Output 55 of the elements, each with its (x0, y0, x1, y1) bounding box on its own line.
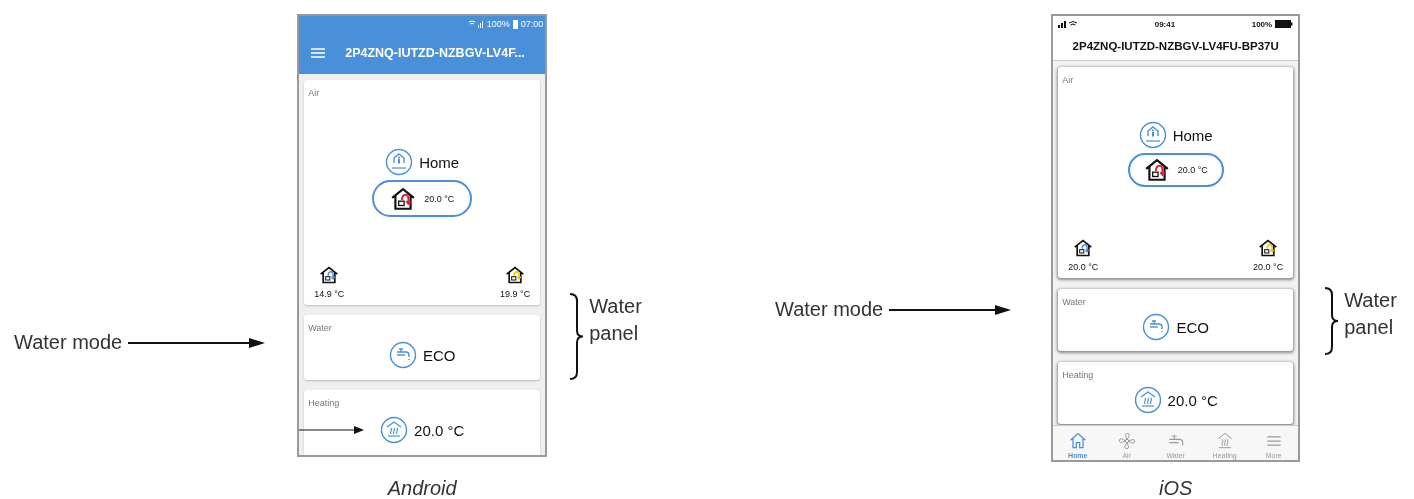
tap-icon (388, 341, 417, 369)
house-icon (390, 185, 417, 212)
temperature-text: 20.0 °C (1253, 262, 1284, 272)
battery-icon (512, 19, 518, 29)
temperature-text: 20.0 °C (1068, 262, 1099, 272)
heating-panel[interactable]: Heating 20.0 °C (1058, 362, 1294, 424)
value-text: 20.0 °C (1167, 391, 1218, 409)
signal-icon (467, 20, 484, 28)
temperature-text: 19.9 °C (500, 289, 531, 299)
heating-icon (1133, 386, 1162, 414)
panel-label: Heating (308, 398, 340, 408)
value-text: ECO (422, 346, 456, 364)
battery-icon (1275, 20, 1294, 28)
caption: Android (387, 477, 457, 499)
annotation-text: Water mode (14, 331, 123, 354)
house-icon (1143, 157, 1170, 183)
water-panel[interactable]: Water ECO (1058, 289, 1294, 351)
water-panel[interactable]: Water ECO (304, 315, 541, 380)
house-person-icon (385, 148, 414, 176)
fan-icon (1116, 431, 1137, 451)
panel-label: Water (308, 323, 332, 333)
house-icon (1067, 431, 1088, 451)
app-title: 2P4ZNQ-IUTZD-NZBGV-LV4FU-BP37U (1072, 40, 1279, 52)
air-panel[interactable]: Air Home 20.0 °C 20.0 °C 20.0 °C (1058, 67, 1294, 278)
time-text: 09:41 (1154, 19, 1176, 29)
mode-text: Home (419, 153, 460, 171)
panel-label: Water (1062, 297, 1086, 307)
battery-text: 100% (1251, 19, 1273, 29)
caption: iOS (1159, 477, 1193, 499)
house-icon (505, 265, 526, 285)
panel-label: Air (1062, 75, 1074, 85)
value-text: 20.0 °C (414, 421, 465, 439)
house-icon (319, 265, 340, 285)
bracket-drawing (1324, 287, 1340, 355)
side-label: Water panel (1344, 288, 1398, 340)
tap-icon (1142, 313, 1171, 341)
air-panel[interactable]: Air Home 20.0 °C 14.9 °C 19.9 °C (304, 80, 541, 305)
setpoint-pill[interactable]: 20.0 °C (372, 180, 473, 217)
time-text: 07:00 (520, 19, 544, 29)
battery-text: 100% (486, 19, 510, 29)
panel-label: Heating (1062, 370, 1094, 380)
side-label: Water panel (589, 294, 643, 346)
menu-icon[interactable] (311, 48, 326, 58)
temperature-text: 14.9 °C (314, 289, 345, 299)
house-icon (1073, 238, 1094, 258)
setpoint-pill[interactable]: 20.0 °C (1127, 153, 1224, 187)
app-title: 2P4ZNQ-IUTZD-NZBGV-LV4F... (345, 46, 525, 60)
house-icon (1258, 238, 1279, 258)
value-text: ECO (1176, 318, 1209, 336)
mode-text: Home (1172, 126, 1213, 144)
panel-label: Air (308, 88, 320, 98)
house-person-icon (1138, 121, 1167, 149)
signal-icon (1058, 20, 1079, 28)
heating-icon (380, 416, 409, 444)
annotation-text: Water mode (775, 298, 884, 321)
